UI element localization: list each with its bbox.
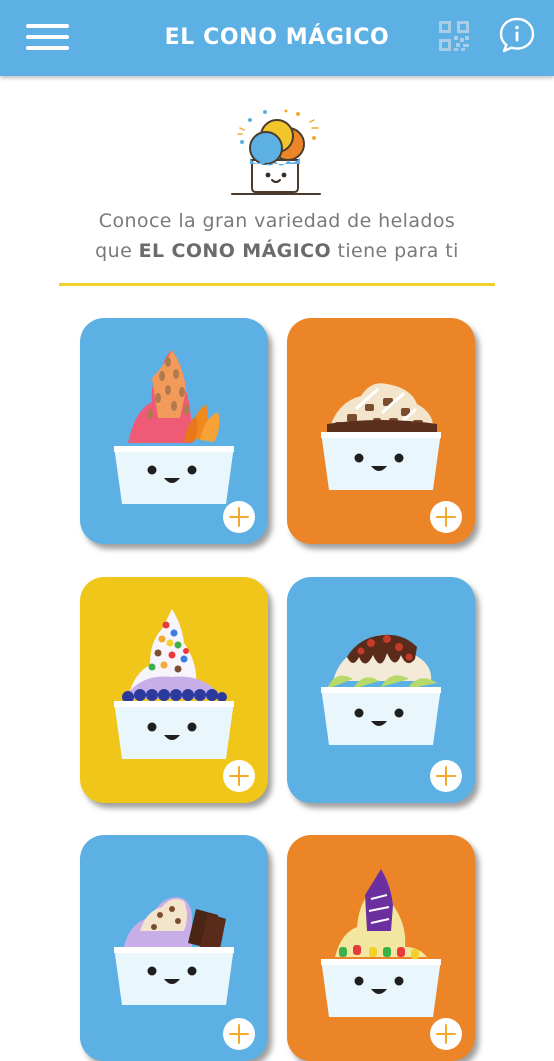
add-button[interactable] [430,501,462,533]
info-chat-icon[interactable] [498,16,536,54]
product-card[interactable] [80,577,268,803]
add-button[interactable] [430,1018,462,1050]
intro-prefix: que [95,240,139,262]
icecream-mascot-icon [231,109,321,195]
add-button[interactable] [223,1018,255,1050]
intro-brand: EL CONO MÁGICO [138,240,332,262]
product-card[interactable] [80,318,268,544]
product-card[interactable] [80,835,268,1061]
add-button[interactable] [223,501,255,533]
app-bar: EL CONO MÁGICO [0,0,554,76]
add-button[interactable] [223,760,255,792]
qr-code-icon[interactable] [438,20,470,52]
divider [59,283,495,286]
intro-line-2: que EL CONO MÁGICO tiene para ti [40,236,514,266]
intro-suffix: tiene para ti [331,240,459,262]
product-card[interactable] [287,318,475,544]
product-card[interactable] [287,835,475,1061]
product-card[interactable] [287,577,475,803]
app-title: EL CONO MÁGICO [164,25,390,50]
add-button[interactable] [430,760,462,792]
intro-line-1: Conoce la gran variedad de helados [98,210,456,232]
intro-text: Conoce la gran variedad de helados que E… [40,206,514,266]
